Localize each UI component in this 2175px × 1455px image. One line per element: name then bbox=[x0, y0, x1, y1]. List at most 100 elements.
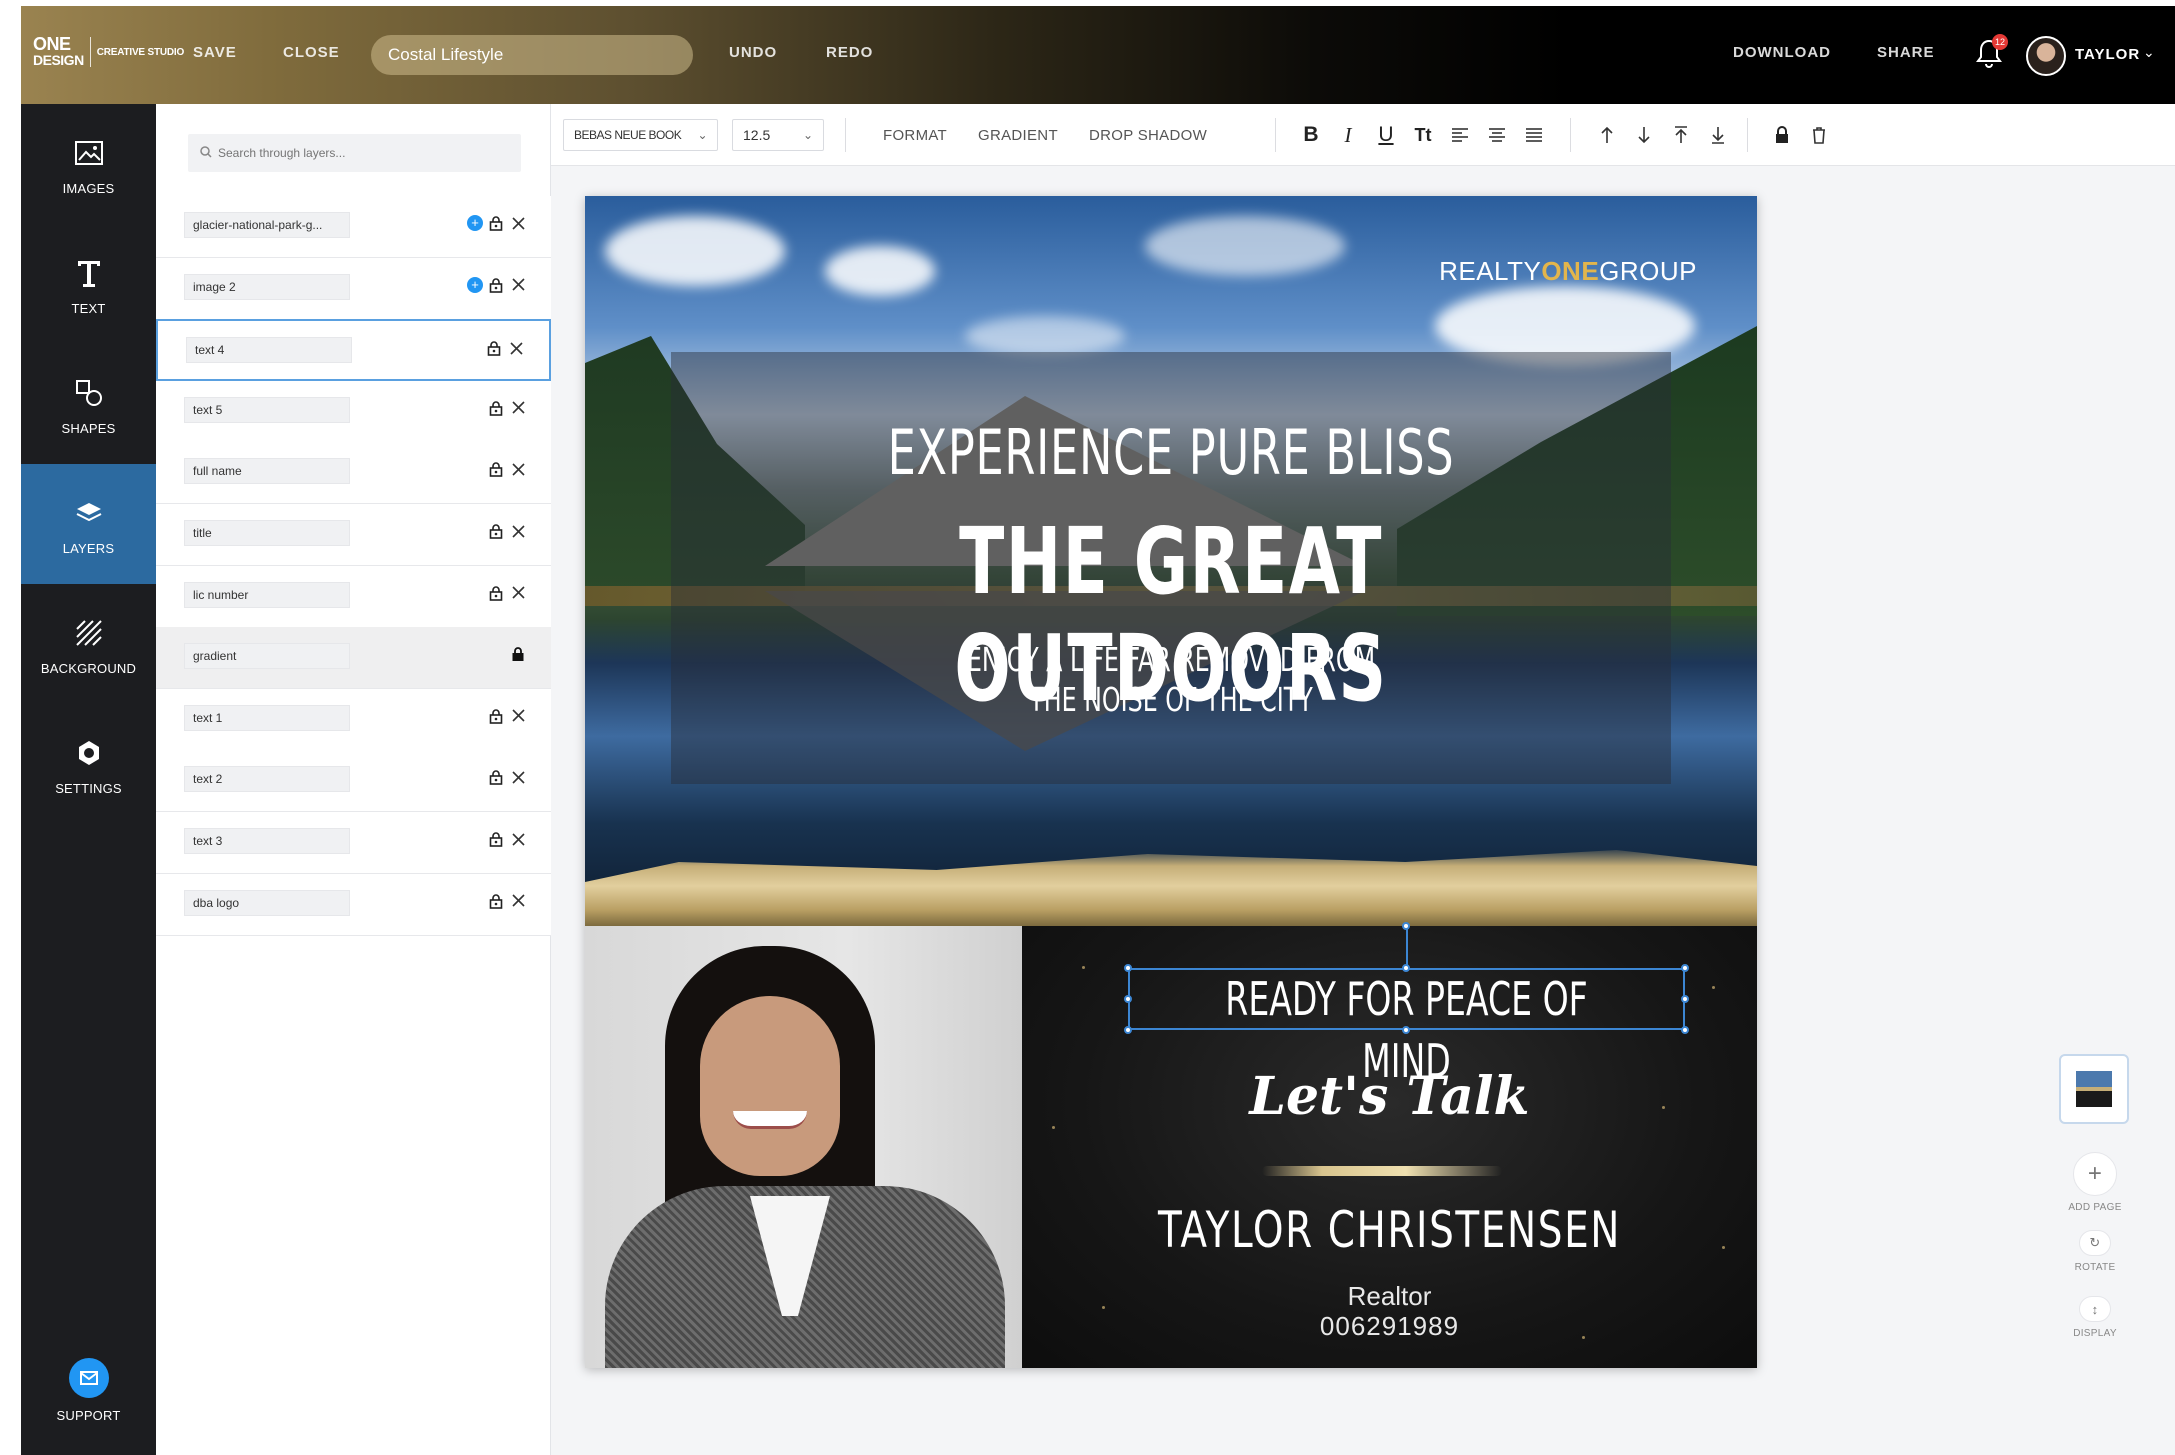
rail-item-support[interactable]: SUPPORT bbox=[21, 1330, 156, 1450]
layer-row[interactable]: image 2 + bbox=[156, 257, 551, 320]
layer-row[interactable]: text 4 bbox=[156, 319, 551, 382]
close-icon[interactable] bbox=[509, 830, 527, 848]
layer-name-field[interactable]: lic number bbox=[184, 581, 350, 608]
layer-name-field[interactable]: image 2 bbox=[184, 273, 350, 300]
body-text[interactable]: ENJOY A LIFE FAR REMOVED FROM THE NOISE … bbox=[749, 640, 1593, 720]
download-button[interactable]: DOWNLOAD bbox=[1733, 44, 1831, 61]
bring-to-front-icon[interactable] bbox=[1668, 122, 1694, 148]
italic-button[interactable]: I bbox=[1335, 122, 1361, 148]
close-icon[interactable] bbox=[509, 522, 527, 540]
layer-row[interactable]: glacier-national-park-g... + bbox=[156, 196, 551, 258]
add-circle-icon[interactable]: + bbox=[467, 276, 483, 293]
text-case-button[interactable]: Tt bbox=[1410, 122, 1436, 148]
drop-shadow-button[interactable]: DROP SHADOW bbox=[1089, 127, 1207, 144]
layer-search-input[interactable] bbox=[218, 146, 498, 160]
lock-icon[interactable] bbox=[487, 214, 505, 232]
lock-icon[interactable] bbox=[485, 339, 503, 357]
app-logo[interactable]: ONE DESIGN CREATIVE STUDIO bbox=[33, 35, 184, 68]
layer-row[interactable]: full name bbox=[156, 442, 551, 505]
align-justify-icon[interactable] bbox=[1521, 122, 1547, 148]
layer-name-field[interactable]: dba logo bbox=[184, 889, 350, 916]
layer-row[interactable]: text 3 bbox=[156, 812, 551, 874]
contact-panel[interactable]: READY FOR PEACE OF MIND Let's Talk TAYLO… bbox=[1022, 922, 1757, 1368]
font-family-select[interactable]: BEBAS NEUE BOOK ⌄ bbox=[563, 119, 718, 151]
title-text[interactable]: Realtor bbox=[1022, 1281, 1757, 1312]
resize-handle-bottom-left[interactable] bbox=[1124, 1026, 1132, 1034]
move-down-icon[interactable] bbox=[1631, 122, 1657, 148]
page-thumbnail[interactable] bbox=[2059, 1054, 2129, 1124]
layer-row[interactable]: lic number bbox=[156, 565, 551, 628]
agent-portrait[interactable] bbox=[585, 926, 1022, 1368]
resize-handle-bottom-right[interactable] bbox=[1681, 1026, 1689, 1034]
gold-divider[interactable] bbox=[1262, 1166, 1502, 1176]
layer-name-field[interactable]: glacier-national-park-g... bbox=[184, 212, 350, 238]
resize-handle-top-right[interactable] bbox=[1681, 964, 1689, 972]
display-icon[interactable]: ↕ bbox=[2079, 1296, 2111, 1322]
rail-item-images[interactable]: IMAGES bbox=[21, 104, 156, 224]
layer-name-field[interactable]: text 4 bbox=[186, 337, 352, 364]
document-name-field[interactable]: Costal Lifestyle bbox=[371, 35, 693, 75]
realty-one-group-logo[interactable]: REALTYONEGROUP bbox=[1439, 256, 1697, 287]
lock-icon[interactable] bbox=[487, 830, 505, 848]
lock-icon[interactable] bbox=[487, 707, 505, 725]
close-icon[interactable] bbox=[509, 584, 527, 602]
gold-brush-stroke[interactable] bbox=[585, 850, 1757, 926]
close-icon[interactable] bbox=[507, 339, 525, 357]
close-icon[interactable] bbox=[509, 214, 527, 232]
rotate-icon[interactable]: ↻ bbox=[2079, 1230, 2111, 1256]
layer-name-field[interactable]: text 2 bbox=[184, 766, 350, 793]
rotate-control[interactable]: ↻ ROTATE bbox=[2045, 1230, 2145, 1273]
layer-row[interactable]: text 1 bbox=[156, 688, 551, 751]
layer-row[interactable]: text 2 bbox=[156, 750, 551, 813]
move-up-icon[interactable] bbox=[1594, 122, 1620, 148]
layer-name-field[interactable]: full name bbox=[184, 458, 350, 485]
close-button[interactable]: CLOSE bbox=[283, 44, 340, 61]
ready-text[interactable]: READY FOR PEACE OF MIND bbox=[1206, 968, 1607, 1088]
user-name[interactable]: TAYLOR bbox=[2075, 46, 2140, 63]
lets-talk-text[interactable]: Let's Talk bbox=[1022, 1066, 1757, 1127]
plus-icon[interactable]: + bbox=[2073, 1152, 2117, 1196]
bold-button[interactable]: B bbox=[1298, 122, 1324, 148]
close-icon[interactable] bbox=[509, 768, 527, 786]
align-center-icon[interactable] bbox=[1484, 122, 1510, 148]
resize-handle-top-left[interactable] bbox=[1124, 964, 1132, 972]
lock-icon[interactable] bbox=[487, 768, 505, 786]
layer-name-field[interactable]: text 3 bbox=[184, 828, 350, 854]
redo-button[interactable]: REDO bbox=[826, 44, 873, 61]
trash-icon[interactable] bbox=[1806, 122, 1832, 148]
format-button[interactable]: FORMAT bbox=[883, 127, 947, 144]
rail-item-text[interactable]: TEXT bbox=[21, 224, 156, 344]
close-icon[interactable] bbox=[509, 399, 527, 417]
resize-handle-left[interactable] bbox=[1124, 995, 1132, 1003]
rail-item-layers[interactable]: LAYERS bbox=[21, 464, 156, 584]
layer-name-field[interactable]: title bbox=[184, 520, 350, 546]
share-button[interactable]: SHARE bbox=[1877, 44, 1935, 61]
font-size-select[interactable]: 12.5 ⌄ bbox=[732, 119, 824, 151]
align-left-icon[interactable] bbox=[1447, 122, 1473, 148]
close-icon[interactable] bbox=[509, 460, 527, 478]
resize-handle-right[interactable] bbox=[1681, 995, 1689, 1003]
avatar[interactable] bbox=[2026, 36, 2066, 76]
headline-sub-text[interactable]: EXPERIENCE PURE BLISS bbox=[749, 416, 1593, 489]
layer-row[interactable]: title bbox=[156, 504, 551, 566]
save-button[interactable]: SAVE bbox=[193, 44, 237, 61]
layer-row[interactable]: gradient bbox=[156, 627, 551, 690]
design-canvas[interactable]: REALTYONEGROUP EXPERIENCE PURE BLISS THE… bbox=[585, 196, 1757, 1368]
close-icon[interactable] bbox=[509, 892, 527, 910]
underline-button[interactable]: U bbox=[1373, 122, 1399, 148]
gradient-button[interactable]: GRADIENT bbox=[978, 127, 1058, 144]
lock-icon[interactable] bbox=[1769, 122, 1795, 148]
layer-row[interactable]: dba logo bbox=[156, 873, 551, 936]
display-control[interactable]: ↕ DISPLAY bbox=[2045, 1296, 2145, 1339]
rail-item-background[interactable]: BACKGROUND bbox=[21, 584, 156, 704]
lock-icon[interactable] bbox=[487, 460, 505, 478]
close-icon[interactable] bbox=[509, 707, 527, 725]
license-number-text[interactable]: 006291989 bbox=[1022, 1311, 1757, 1342]
add-page-control[interactable]: + ADD PAGE bbox=[2045, 1152, 2145, 1213]
lock-icon[interactable] bbox=[509, 645, 527, 663]
lock-icon[interactable] bbox=[487, 522, 505, 540]
layer-row[interactable]: text 5 bbox=[156, 380, 551, 443]
lock-icon[interactable] bbox=[487, 399, 505, 417]
hero-photo[interactable]: REALTYONEGROUP EXPERIENCE PURE BLISS THE… bbox=[585, 196, 1757, 926]
add-circle-icon[interactable]: + bbox=[467, 215, 483, 231]
